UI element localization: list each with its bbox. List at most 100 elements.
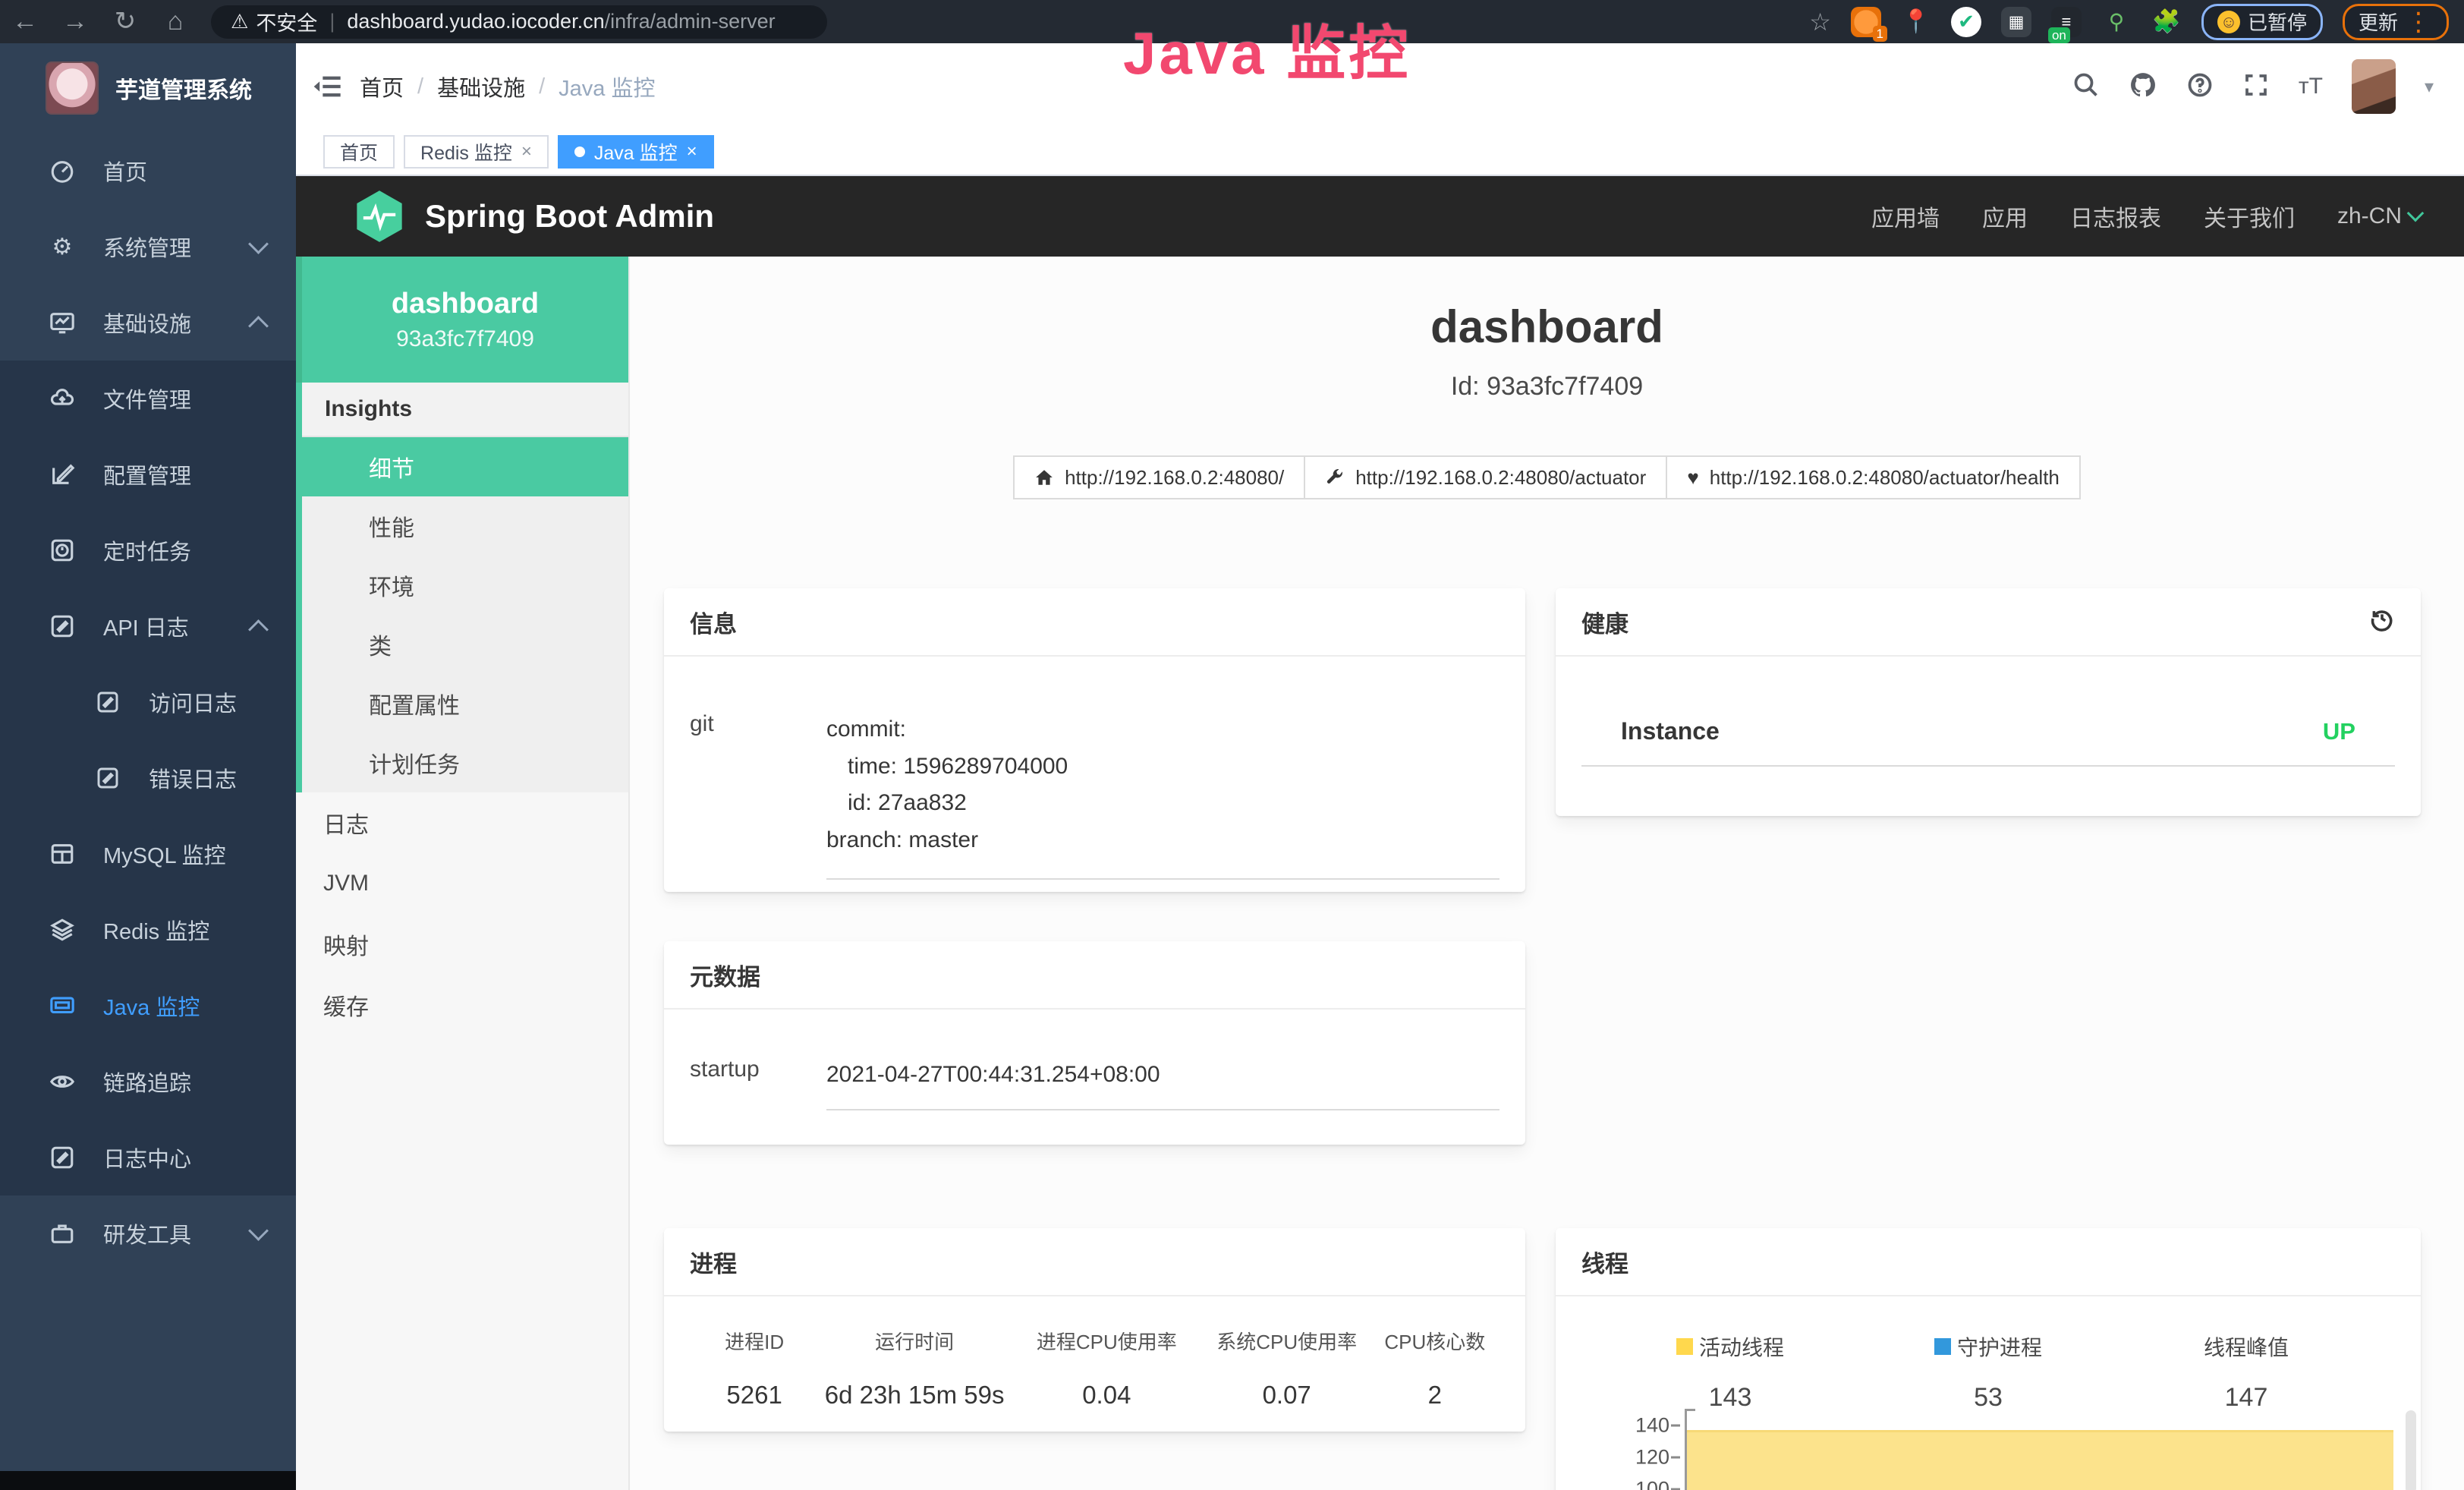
sidebar-item-infra[interactable]: 基础设施	[0, 285, 296, 361]
bookmark-star-icon[interactable]: ☆	[1809, 8, 1831, 36]
endpoint-wrench-icon	[1325, 468, 1345, 487]
insight-item-details[interactable]: 细节	[302, 437, 628, 496]
avatar[interactable]	[2352, 59, 2396, 114]
edit-square-icon	[93, 690, 123, 714]
insight-item-configprops[interactable]: 配置属性	[302, 674, 628, 733]
on-extension-icon[interactable]: ≡ on	[2051, 7, 2082, 37]
process-col-header: 进程ID	[694, 1327, 814, 1355]
tab-home[interactable]: 首页	[323, 135, 395, 169]
history-icon[interactable]	[2369, 606, 2395, 638]
sidebar-item-job[interactable]: 定时任务	[0, 512, 296, 588]
insight-item-metrics[interactable]: 性能	[302, 496, 628, 556]
instance-header[interactable]: dashboard 93a3fc7f7409	[296, 257, 628, 383]
grid-extension-icon[interactable]: ▦	[2001, 7, 2031, 37]
close-icon[interactable]: ×	[687, 141, 697, 162]
sba-nav-wallboard[interactable]: 应用墙	[1871, 200, 1940, 233]
insight-item-scheduled[interactable]: 计划任务	[302, 733, 628, 792]
tab-java[interactable]: Java 监控 ×	[558, 135, 714, 169]
address-bar[interactable]: ⚠ 不安全 | dashboard.yudao.iocoder.cn/infra…	[211, 5, 827, 39]
sidebar-item-api-log[interactable]: API 日志	[0, 588, 296, 664]
browser-toolbar-right: ☆ 1 📍 ✔ ▦ ≡ on ⚲ 🧩 ☺ 已暂停 更新 ⋮	[1809, 4, 2464, 40]
timer-icon	[47, 537, 77, 563]
tab-redis[interactable]: Redis 监控 ×	[404, 135, 549, 169]
fullscreen-icon[interactable]	[2242, 71, 2270, 102]
more-menu-icon[interactable]: ⋮	[2406, 7, 2433, 37]
security-label[interactable]: 不安全	[256, 7, 317, 36]
sba-header: Spring Boot Admin 应用墙 应用 日志报表 关于我们 zh-CN	[296, 176, 2464, 257]
sidebar-item-home[interactable]: 首页	[0, 133, 296, 209]
page-title: dashboard	[630, 301, 2464, 353]
breadcrumb-infra[interactable]: 基础设施	[437, 71, 525, 102]
info-card-title: 信息	[664, 588, 1525, 657]
leaf-extension-icon[interactable]: ⚲	[2101, 7, 2132, 37]
infra-submenu: 文件管理 配置管理 定时任务 API 日志	[0, 361, 296, 1195]
sidebar-item-caches[interactable]: 缓存	[296, 975, 628, 1035]
chevron-down-icon	[248, 234, 269, 254]
insight-item-env[interactable]: 环境	[302, 556, 628, 615]
endpoint-buttons: http://192.168.0.2:48080/ http://192.168…	[630, 455, 2464, 499]
puzzle-extension-icon[interactable]: 🧩	[2151, 7, 2182, 37]
hamburger-icon[interactable]	[296, 74, 360, 99]
insight-item-classes[interactable]: 类	[302, 615, 628, 674]
sidebar-item-mappings[interactable]: 映射	[296, 914, 628, 975]
sidebar-item-logfile[interactable]: 日志	[296, 792, 628, 853]
reload-icon[interactable]: ↻	[100, 0, 150, 43]
process-col-value: 0.04	[1015, 1381, 1199, 1410]
sidebar-item-log-center[interactable]: 日志中心	[0, 1120, 296, 1195]
sidebar-item-java[interactable]: Java 监控	[0, 968, 296, 1044]
sba-hexagon-logo	[355, 189, 404, 244]
url-path[interactable]: /infra/admin-server	[605, 10, 776, 33]
home-icon[interactable]: ⌂	[150, 0, 200, 43]
avatar-caret-icon[interactable]: ▾	[2425, 76, 2434, 98]
sidebar-item-system[interactable]: ⚙ 系统管理	[0, 209, 296, 285]
endpoint-heart-icon: ♥	[1687, 466, 1698, 490]
sidebar-item-trace[interactable]: 链路追踪	[0, 1044, 296, 1120]
cloud-upload-icon	[47, 386, 77, 411]
breadcrumb-home[interactable]: 首页	[360, 71, 404, 102]
app-logo-row[interactable]: 芋道管理系统	[0, 43, 296, 133]
sidebar-item-redis[interactable]: Redis 监控	[0, 892, 296, 968]
sba-nav-journal[interactable]: 日志报表	[2070, 200, 2161, 233]
sidebar-item-file[interactable]: 文件管理	[0, 361, 296, 436]
y-tick-label: 120	[1624, 1446, 1669, 1470]
endpoint-home-button[interactable]: http://192.168.0.2:48080/	[1013, 455, 1305, 499]
card-scrollbar[interactable]	[2406, 1410, 2416, 1490]
help-icon[interactable]	[2186, 71, 2214, 102]
sidebar-item-error-log[interactable]: 错误日志	[0, 740, 296, 816]
app-title: 芋道管理系统	[115, 71, 252, 105]
process-col-header: 进程CPU使用率	[1015, 1327, 1199, 1355]
on-extension-badge: on	[2048, 27, 2070, 43]
y-tick-label: 100	[1624, 1478, 1669, 1490]
back-icon[interactable]: ←	[0, 0, 50, 43]
fox-extension-icon[interactable]: 1	[1851, 7, 1881, 37]
search-icon[interactable]	[2072, 71, 2100, 102]
sidebar-item-access-log[interactable]: 访问日志	[0, 664, 296, 740]
header-actions: тT ▾	[2072, 59, 2464, 114]
sidebar-item-mysql[interactable]: MySQL 监控	[0, 816, 296, 892]
sba-nav-applications[interactable]: 应用	[1982, 200, 2028, 233]
process-col-value: 6d 23h 15m 59s	[814, 1381, 1015, 1410]
sba-nav-about[interactable]: 关于我们	[2204, 200, 2295, 233]
url-host[interactable]: dashboard.yudao.iocoder.cn	[347, 10, 604, 33]
paused-button[interactable]: ☺ 已暂停	[2201, 4, 2323, 40]
gear-icon: ⚙	[47, 234, 77, 260]
edit-square-icon	[47, 613, 77, 639]
pin-extension-icon[interactable]: 📍	[1901, 7, 1931, 37]
insights-label[interactable]: Insights	[302, 383, 628, 437]
endpoint-actuator-button[interactable]: http://192.168.0.2:48080/actuator	[1305, 455, 1667, 499]
sba-title[interactable]: Spring Boot Admin	[425, 198, 714, 235]
yellow-swatch-icon	[1676, 1338, 1693, 1355]
check-extension-icon[interactable]: ✔	[1951, 7, 1981, 37]
forward-icon[interactable]: →	[50, 0, 100, 43]
threads-chart: 140 120 100	[1556, 1404, 2421, 1490]
sidebar-item-jvm[interactable]: JVM	[296, 853, 628, 914]
update-button[interactable]: 更新 ⋮	[2343, 4, 2449, 40]
github-icon[interactable]	[2129, 71, 2157, 103]
endpoint-health-button[interactable]: ♥ http://192.168.0.2:48080/actuator/heal…	[1667, 455, 2081, 499]
edit-square-icon	[47, 461, 77, 487]
sidebar-item-devtools[interactable]: 研发工具	[0, 1195, 296, 1271]
sba-language-select[interactable]: zh-CN	[2337, 203, 2422, 229]
font-size-icon[interactable]: тT	[2299, 74, 2323, 99]
sidebar-item-config[interactable]: 配置管理	[0, 436, 296, 512]
close-icon[interactable]: ×	[521, 141, 532, 162]
